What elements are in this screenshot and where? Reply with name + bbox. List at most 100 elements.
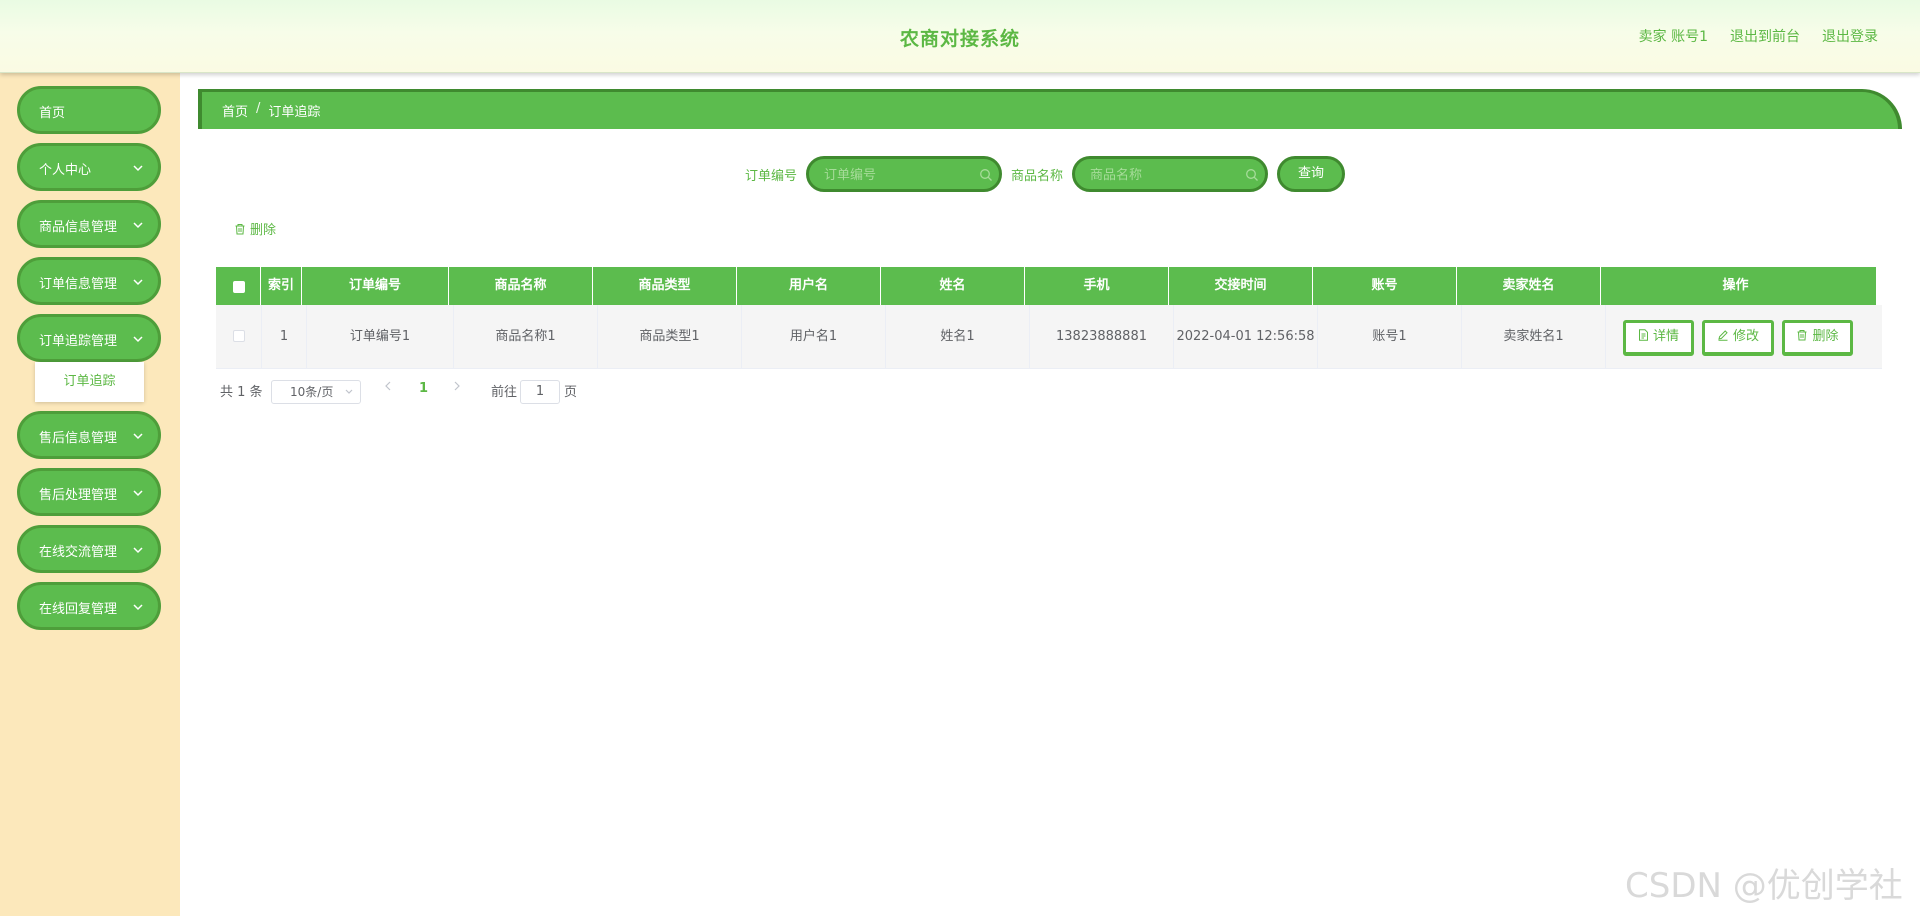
chevron-down-icon — [133, 222, 143, 229]
chevron-down-icon — [345, 389, 353, 394]
query-button[interactable]: 查询 — [1277, 156, 1345, 192]
cell-name: 姓名1 — [886, 305, 1030, 368]
document-icon — [1638, 329, 1648, 341]
sidebar-item-online-chat[interactable]: 在线交流管理 — [17, 525, 161, 573]
row-select-cell — [216, 305, 262, 368]
product-name-input[interactable] — [1088, 165, 1242, 185]
search-icon — [1246, 169, 1258, 181]
select-all-checkbox[interactable] — [233, 281, 245, 293]
column-header: 商品名称 — [449, 267, 593, 305]
chevron-left-icon — [385, 381, 391, 391]
search-icon — [980, 169, 992, 181]
chevron-down-icon — [133, 165, 143, 172]
sidebar-item-label: 售后处理管理 — [39, 488, 118, 503]
total-count: 共 1 条 — [220, 385, 263, 400]
watermark: CSDN @优创学社 — [1625, 866, 1903, 906]
detail-button[interactable]: 详情 — [1623, 320, 1694, 356]
sidebar-item-label: 在线回复管理 — [39, 602, 118, 617]
sidebar-item-label: 商品信息管理 — [39, 220, 118, 235]
column-header: 交接时间 — [1169, 267, 1313, 305]
column-header: 账号 — [1313, 267, 1457, 305]
cell-actions: 详情 修改 删除 — [1606, 305, 1882, 368]
order-no-label: 订单编号 — [745, 169, 798, 184]
prev-page-button[interactable] — [383, 380, 393, 396]
trash-icon — [235, 223, 245, 234]
cell-handover-time: 2022-04-01 12:56:58 — [1174, 305, 1318, 368]
column-header: 操作 — [1722, 278, 1749, 293]
chevron-down-icon — [133, 547, 143, 554]
product-name-search-box[interactable] — [1072, 156, 1268, 192]
table-header: 索引 订单编号 商品名称 商品类型 用户名 姓名 手机 交接时间 账号 卖家姓名… — [216, 267, 1876, 305]
top-header: 农商对接系统 卖家 账号1 退出到前台 退出登录 — [0, 0, 1920, 73]
header-links: 卖家 账号1 退出到前台 退出登录 — [1639, 26, 1878, 46]
sidebar-item-personal-center[interactable]: 个人中心 — [17, 143, 161, 191]
sidebar-item-label: 售后信息管理 — [39, 431, 118, 446]
chevron-down-icon — [133, 490, 143, 497]
chevron-down-icon — [133, 279, 143, 286]
sidebar-item-after-sales-handling[interactable]: 售后处理管理 — [17, 468, 161, 516]
sidebar-item-order-info[interactable]: 订单信息管理 — [17, 257, 161, 305]
cell-account: 账号1 — [1318, 305, 1462, 368]
page-size-value: 10条/页 — [290, 385, 334, 399]
cell-product-type: 商品类型1 — [598, 305, 742, 368]
sidebar-item-home[interactable]: 首页 — [17, 86, 161, 134]
chevron-up-icon — [133, 336, 143, 343]
detail-label: 详情 — [1652, 329, 1679, 344]
table-row: 1 订单编号1 商品名称1 商品类型1 用户名1 姓名1 13823888881… — [216, 305, 1882, 369]
sidebar-item-online-reply[interactable]: 在线回复管理 — [17, 582, 161, 630]
current-user-link[interactable]: 卖家 账号1 — [1639, 26, 1708, 46]
edit-button[interactable]: 修改 — [1702, 320, 1774, 356]
column-header: 用户名 — [737, 267, 881, 305]
sidebar-item-label: 个人中心 — [39, 163, 92, 178]
order-no-input[interactable] — [822, 165, 976, 185]
page-unit-label: 页 — [564, 385, 578, 400]
chevron-down-icon — [133, 604, 143, 611]
select-all-cell — [216, 267, 261, 305]
page-number-current[interactable]: 1 — [419, 381, 428, 396]
edit-icon — [1718, 330, 1728, 341]
column-header: 卖家姓名 — [1457, 267, 1601, 305]
sidebar-item-label: 在线交流管理 — [39, 545, 118, 560]
cell-username: 用户名1 — [742, 305, 886, 368]
product-name-label: 商品名称 — [1011, 169, 1064, 184]
sidebar-item-order-tracking[interactable]: 订单追踪管理 — [17, 314, 161, 362]
bulk-delete-button[interactable]: 删除 — [234, 219, 276, 238]
edit-label: 修改 — [1732, 329, 1759, 344]
row-checkbox[interactable] — [233, 330, 245, 342]
breadcrumb-current: 订单追踪 — [268, 105, 321, 120]
sidebar-item-label: 订单追踪管理 — [39, 334, 118, 349]
sidebar-item-after-sales-info[interactable]: 售后信息管理 — [17, 411, 161, 459]
chevron-right-icon — [454, 381, 460, 391]
cell-index: 1 — [262, 305, 307, 368]
cell-order-no: 订单编号1 — [307, 305, 454, 368]
delete-button[interactable]: 删除 — [1782, 320, 1853, 356]
column-header: 订单编号 — [302, 267, 449, 305]
cell-phone: 13823888881 — [1030, 305, 1174, 368]
goto-page-input[interactable]: 1 — [520, 380, 560, 404]
submenu-item-order-tracking[interactable]: 订单追踪 — [35, 362, 144, 402]
column-header: 商品类型 — [593, 267, 737, 305]
back-to-front-link[interactable]: 退出到前台 — [1730, 26, 1800, 46]
bulk-delete-label: 删除 — [250, 223, 277, 238]
breadcrumb-home[interactable]: 首页 — [222, 101, 248, 120]
sidebar-item-product-info[interactable]: 商品信息管理 — [17, 200, 161, 248]
breadcrumb-separator: / — [256, 101, 261, 116]
goto-label: 前往 — [491, 385, 518, 400]
chevron-down-icon — [133, 433, 143, 440]
app-title: 农商对接系统 — [899, 28, 1020, 50]
sidebar: 首页 个人中心 商品信息管理 订单信息管理 订单追踪管理 订单追踪 售后信息管理… — [0, 72, 180, 916]
trash-icon — [1797, 330, 1807, 341]
order-no-search-box[interactable] — [806, 156, 1002, 192]
column-header: 手机 — [1025, 267, 1169, 305]
page-size-select[interactable]: 10条/页 — [271, 380, 361, 404]
logout-link[interactable]: 退出登录 — [1822, 26, 1878, 46]
delete-label: 删除 — [1812, 329, 1839, 344]
column-header: 姓名 — [881, 267, 1025, 305]
cell-seller-name: 卖家姓名1 — [1462, 305, 1606, 368]
column-header: 索引 — [261, 267, 302, 305]
next-page-button[interactable] — [452, 380, 462, 396]
sidebar-item-label: 首页 — [39, 106, 66, 121]
sidebar-item-label: 订单信息管理 — [39, 277, 118, 292]
cell-product-name: 商品名称1 — [454, 305, 598, 368]
breadcrumb-bar: 首页 / 订单追踪 — [198, 89, 1902, 129]
